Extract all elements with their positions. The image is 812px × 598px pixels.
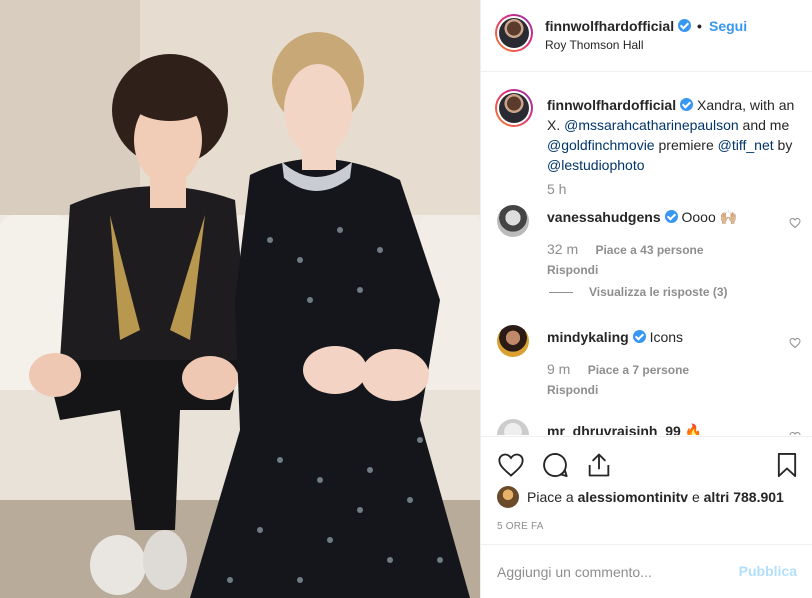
mention-link[interactable]: @goldfinchmovie [547, 137, 655, 153]
commenter-avatar[interactable] [497, 325, 529, 357]
comment-time[interactable]: 9 m [547, 361, 570, 377]
comment-item: vanessahudgens Oooo 🙌🏼 32 m Piace a 43 p… [481, 205, 812, 285]
separator-dot: • [697, 18, 702, 34]
commenter-avatar[interactable] [497, 205, 529, 237]
follow-button[interactable]: Segui [709, 18, 747, 34]
add-comment-bar: Pubblica [481, 544, 812, 598]
caption-avatar[interactable] [495, 89, 533, 127]
heart-icon[interactable] [789, 217, 801, 229]
comment-body: mindykaling Icons [547, 329, 683, 345]
verified-icon [632, 330, 646, 343]
comment-meta: 9 m Piace a 7 persone [547, 361, 689, 377]
header-avatar[interactable] [495, 14, 533, 52]
liker-avatar[interactable] [497, 486, 519, 508]
comment-likes[interactable]: Piace a 7 persone [588, 363, 689, 377]
comment-input[interactable] [497, 561, 727, 583]
post-header: finnwolfhardofficial • Segui Roy Thomson… [481, 0, 812, 72]
heart-icon[interactable] [789, 431, 801, 435]
mention-link[interactable]: @lestudiophoto [547, 157, 645, 173]
caption-text: finnwolfhardofficial Xandra, with an X. … [547, 95, 809, 175]
comment-body: vanessahudgens Oooo 🙌🏼 [547, 209, 737, 226]
mention-link[interactable]: @mssarahcatharinepaulson [564, 117, 739, 133]
comment-meta: 32 m Piace a 43 persone [547, 241, 704, 257]
post-photo[interactable] [0, 0, 480, 598]
comment-item: mindykaling Icons 9 m Piace a 7 persone … [481, 325, 812, 405]
view-replies-label[interactable]: Visualizza le risposte (3) [589, 285, 728, 299]
comment-body: mr_dhruvraisinh_99 🔥 [547, 423, 702, 435]
comment-username[interactable]: mr_dhruvraisinh_99 [547, 423, 681, 435]
divider-line [549, 292, 573, 294]
comment-text: Icons [649, 329, 684, 345]
post-age[interactable]: 5 ORE FA [497, 521, 544, 532]
liker-username[interactable]: alessiomontinitv [578, 489, 688, 505]
verified-icon [678, 19, 692, 32]
verified-icon [664, 210, 678, 223]
share-icon[interactable] [585, 451, 613, 479]
comment-likes[interactable]: Piace a 43 persone [595, 243, 703, 257]
location-link[interactable]: Roy Thomson Hall [545, 38, 643, 52]
publish-button[interactable]: Pubblica [739, 563, 797, 579]
comments-list[interactable]: finnwolfhardofficial Xandra, with an X. … [481, 73, 812, 435]
comment-username[interactable]: vanessahudgens [547, 209, 661, 225]
post-side-panel: finnwolfhardofficial • Segui Roy Thomson… [480, 0, 812, 598]
photo-illustration [0, 0, 480, 598]
likes-summary: Piace a alessiomontinitv e altri 788.901 [527, 489, 784, 505]
comment-username[interactable]: mindykaling [547, 329, 629, 345]
likes-count-button[interactable]: altri 788.901 [704, 489, 784, 505]
heart-icon[interactable] [789, 337, 801, 349]
comment-icon[interactable] [541, 451, 569, 479]
bookmark-icon[interactable] [773, 451, 801, 479]
commenter-avatar[interactable] [497, 419, 529, 435]
mention-link[interactable]: @tiff_net [718, 137, 774, 153]
view-replies-button[interactable]: Visualizza le risposte (3) [549, 285, 728, 299]
caption-text-part: and me [738, 117, 790, 133]
post-actions: Piace a alessiomontinitv e altri 788.901… [481, 436, 812, 544]
comment-item: mr_dhruvraisinh_99 🔥 [481, 419, 812, 435]
caption-time[interactable]: 5 h [547, 181, 566, 197]
comment-time[interactable]: 32 m [547, 241, 578, 257]
comment-text: 🔥 [684, 423, 703, 435]
caption-username[interactable]: finnwolfhardofficial [547, 97, 676, 113]
caption-text-part: by [773, 137, 793, 153]
header-username[interactable]: finnwolfhardofficial [545, 18, 692, 34]
likes-prefix: Piace a [527, 489, 578, 505]
reply-button[interactable]: Rispondi [547, 383, 598, 397]
comment-text: Oooo 🙌🏼 [681, 209, 738, 225]
header-username-text[interactable]: finnwolfhardofficial [545, 18, 674, 34]
verified-icon [680, 98, 694, 111]
reply-button[interactable]: Rispondi [547, 263, 598, 277]
likes-middle: e [688, 489, 704, 505]
caption-text-part: premiere [654, 137, 718, 153]
heart-icon[interactable] [497, 451, 525, 479]
